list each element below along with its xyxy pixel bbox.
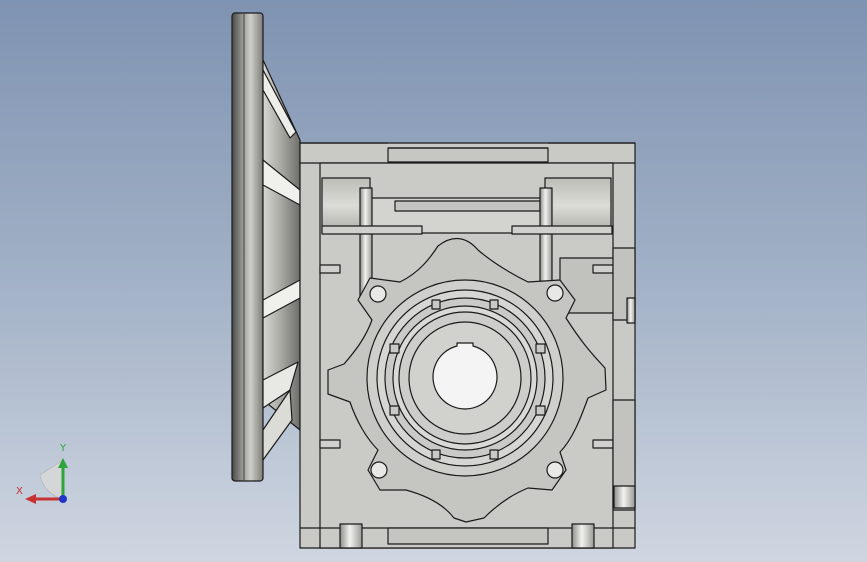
motor-flange bbox=[231, 12, 264, 482]
foot-bolt-right bbox=[571, 523, 595, 549]
input-boss-right bbox=[544, 177, 612, 234]
foot-bolt-left bbox=[339, 523, 363, 549]
triad-y-label: Y bbox=[60, 443, 67, 454]
3d-viewport[interactable]: Y X bbox=[0, 0, 867, 562]
triad-x-label: X bbox=[16, 486, 23, 497]
gearbox-model[interactable] bbox=[0, 0, 867, 562]
housing-top-rib bbox=[387, 147, 549, 163]
